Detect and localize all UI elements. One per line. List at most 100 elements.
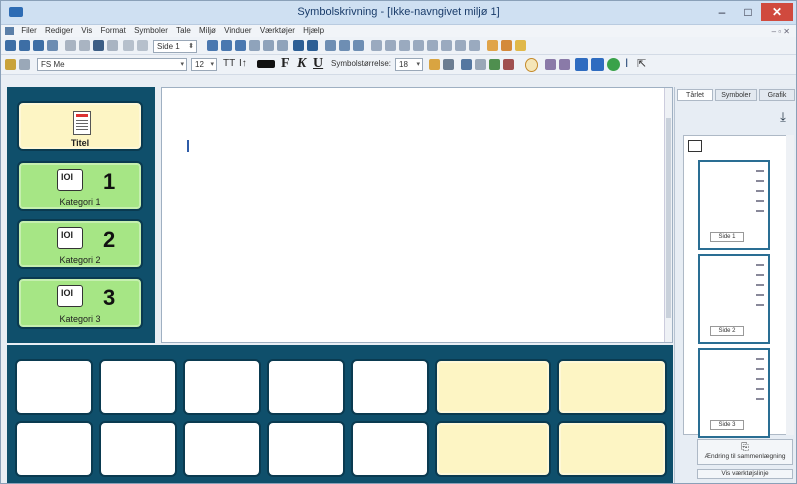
grid-cell[interactable]	[267, 359, 345, 415]
line-spacing-icon[interactable]: I↑	[239, 58, 247, 69]
grid-icon[interactable]	[339, 40, 350, 51]
category-3-button[interactable]: IOI 3 Kategori 3	[17, 277, 143, 329]
grid-cell[interactable]	[183, 421, 261, 477]
text-color-icon[interactable]	[257, 60, 275, 68]
menu-file[interactable]: Filer	[18, 25, 40, 37]
close-button[interactable]: ✕	[761, 3, 793, 21]
bold-button[interactable]: F	[281, 56, 290, 72]
redo-icon[interactable]	[137, 40, 148, 51]
pin-icon[interactable]: ⤓	[775, 109, 791, 127]
grid-cell[interactable]	[99, 359, 177, 415]
menu-format[interactable]: Format	[97, 25, 128, 37]
arrow-box-icon[interactable]	[591, 58, 604, 71]
connect-icon[interactable]	[545, 59, 556, 70]
print-icon[interactable]	[47, 40, 58, 51]
grid-cell[interactable]	[183, 359, 261, 415]
disconnect-icon[interactable]	[559, 59, 570, 70]
menu-symbols[interactable]: Symboler	[131, 25, 171, 37]
editor-scrollbar[interactable]	[664, 88, 672, 342]
minimize-button[interactable]: –	[709, 3, 735, 21]
italic-button[interactable]: K	[297, 56, 306, 72]
list-icon[interactable]	[263, 40, 274, 51]
tab-pages[interactable]: Tårlet	[677, 89, 713, 101]
grid-cell[interactable]	[435, 421, 551, 477]
paste-special-icon[interactable]	[107, 40, 118, 51]
align-left-icon[interactable]	[207, 40, 218, 51]
symbol-position-icon[interactable]	[443, 59, 454, 70]
symbol-options-icon[interactable]	[413, 40, 424, 51]
flag-icon[interactable]	[575, 58, 588, 71]
grid-cell[interactable]	[351, 359, 429, 415]
layout-icon[interactable]	[441, 40, 452, 51]
show-toolbar-button[interactable]: Vis værktøjslinje	[697, 469, 793, 479]
add-page-button[interactable]: ⎘ Ændring til sammenlægning	[697, 439, 793, 465]
menu-speech[interactable]: Tale	[173, 25, 194, 37]
brush-icon[interactable]	[19, 59, 30, 70]
grid-cell[interactable]	[435, 359, 551, 415]
sticker-icon[interactable]	[487, 40, 498, 51]
grid-cell[interactable]	[15, 421, 93, 477]
indent-icon[interactable]	[277, 40, 288, 51]
maximize-button[interactable]: □	[735, 3, 761, 21]
font-select[interactable]: FS Me ▾	[37, 58, 187, 71]
category-1-button[interactable]: IOI 1 Kategori 1	[17, 161, 143, 211]
align-center-icon[interactable]	[221, 40, 232, 51]
editor-scrollbar-thumb[interactable]	[666, 118, 671, 318]
picture-frame-icon[interactable]	[489, 59, 500, 70]
grid-cell[interactable]	[15, 359, 93, 415]
category-2-button[interactable]: IOI 2 Kategori 2	[17, 219, 143, 269]
image-icon[interactable]	[307, 40, 318, 51]
page-icon[interactable]	[455, 40, 466, 51]
speech-settings-icon[interactable]	[385, 40, 396, 51]
percent-icon[interactable]	[475, 59, 486, 70]
menu-environment[interactable]: Miljø	[196, 25, 219, 37]
title-button[interactable]: Titel	[17, 101, 143, 151]
symbol-icon[interactable]	[399, 40, 410, 51]
text-editor[interactable]	[161, 87, 673, 343]
document-menu-icon[interactable]	[5, 26, 14, 35]
speak-icon[interactable]	[371, 40, 382, 51]
environment-icon[interactable]	[427, 40, 438, 51]
increase-font-icon[interactable]: TT	[223, 58, 235, 69]
tab-symbols[interactable]: Symboler	[715, 89, 757, 101]
align-right-icon[interactable]	[235, 40, 246, 51]
page-thumbnail[interactable]: Side 1	[698, 160, 770, 250]
shape-oval-icon[interactable]	[525, 58, 538, 72]
image-insert-icon[interactable]	[461, 59, 472, 70]
pencil-icon[interactable]	[5, 59, 16, 70]
color-picker-icon[interactable]	[503, 59, 514, 70]
grid-cell[interactable]	[99, 421, 177, 477]
cell-icon[interactable]	[353, 40, 364, 51]
underline-button[interactable]: U	[313, 56, 323, 72]
page-thumbnail[interactable]: Side 3	[698, 348, 770, 438]
grid-cell[interactable]	[557, 359, 667, 415]
menu-tools[interactable]: Værktøjer	[257, 25, 298, 37]
menu-help[interactable]: Hjælp	[300, 25, 327, 37]
thumbnail-scrollbar[interactable]	[786, 135, 794, 435]
menu-view[interactable]: Vis	[78, 25, 95, 37]
page-thumbnail[interactable]: Side 2	[698, 254, 770, 344]
symbol-size-select[interactable]: 18 ▾	[395, 58, 423, 71]
grid-cell[interactable]	[557, 421, 667, 477]
menu-windows[interactable]: Vinduer	[221, 25, 254, 37]
tools-icon[interactable]	[501, 40, 512, 51]
justify-icon[interactable]	[249, 40, 260, 51]
go-icon[interactable]	[607, 58, 620, 71]
new-page-icon[interactable]	[688, 140, 702, 152]
grid-cell[interactable]	[267, 421, 345, 477]
tab-graphics[interactable]: Grafik	[759, 89, 795, 101]
cut-icon[interactable]	[65, 40, 76, 51]
menu-edit[interactable]: Rediger	[42, 25, 76, 37]
page-select[interactable]: Side 1 ⬍	[153, 40, 197, 53]
open-icon[interactable]	[19, 40, 30, 51]
table-icon[interactable]	[325, 40, 336, 51]
copy-icon[interactable]	[79, 40, 90, 51]
grid-cell[interactable]	[351, 421, 429, 477]
symbol-spacing-icon[interactable]	[429, 59, 440, 70]
font-size-select[interactable]: 12 ▾	[191, 58, 217, 71]
new-icon[interactable]	[5, 40, 16, 51]
star-icon[interactable]	[515, 40, 526, 51]
text-cursor-icon[interactable]: I	[625, 56, 628, 70]
preview-icon[interactable]	[469, 40, 480, 51]
undo-icon[interactable]	[123, 40, 134, 51]
